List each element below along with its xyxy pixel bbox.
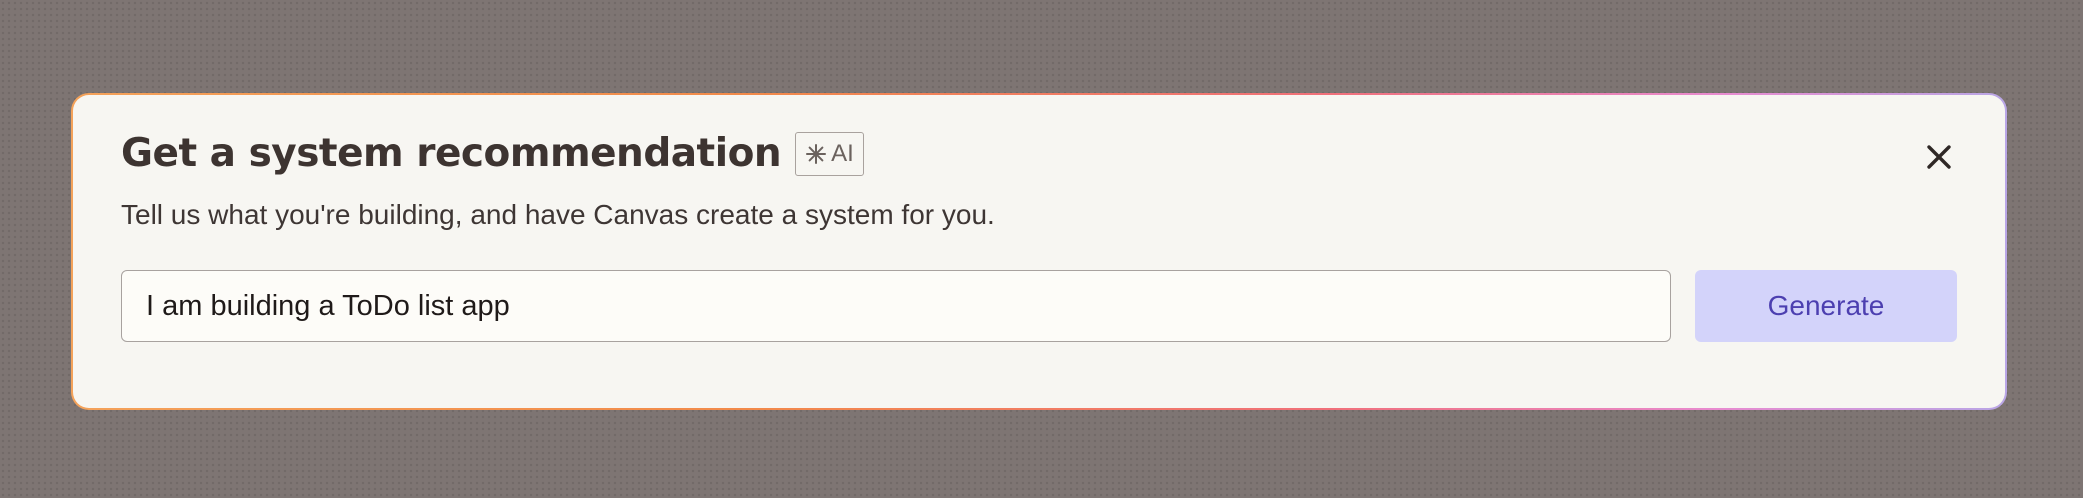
dialog-subtitle: Tell us what you're building, and have C… [121, 199, 995, 230]
sparkle-asterisk-icon [805, 143, 827, 165]
recommendation-dialog-frame: Get a system recommendation AI Tell us w… [71, 93, 2007, 410]
ai-badge-label: AI [831, 139, 854, 167]
recommendation-dialog: Get a system recommendation AI Tell us w… [73, 95, 2005, 408]
close-icon [1926, 144, 1952, 175]
dialog-title: Get a system recommendation [121, 131, 782, 176]
close-button[interactable] [1919, 139, 1959, 179]
generate-button[interactable]: Generate [1695, 270, 1957, 342]
dialog-header: Get a system recommendation AI [121, 131, 864, 176]
prompt-input[interactable] [121, 270, 1671, 342]
ai-badge: AI [795, 131, 864, 176]
